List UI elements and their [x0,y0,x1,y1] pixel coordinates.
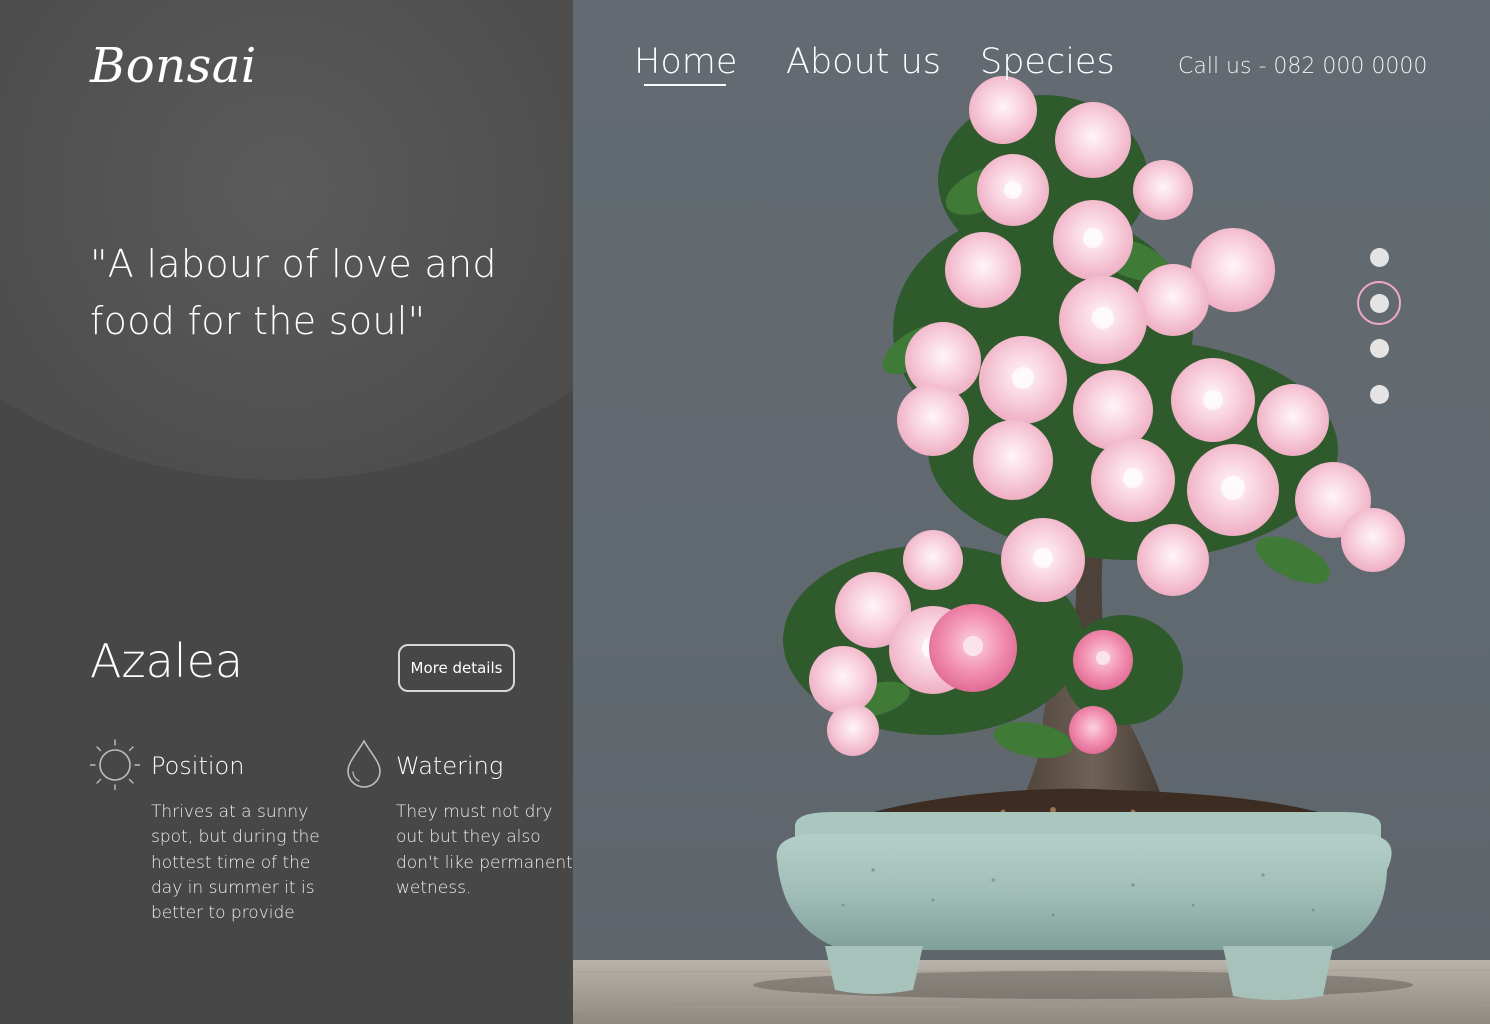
hero-quote: "A labour of love and food for the soul" [90,242,497,343]
nav-about-us[interactable]: About us [786,42,941,82]
slider-dot-2-active[interactable] [1357,281,1401,325]
watering-title: Watering [396,752,504,780]
nav-active-underline [644,84,726,86]
logo[interactable]: Bonsai [90,38,257,94]
slider-dot-2-inner [1369,293,1389,313]
info-panel: Bonsai "A labour of love and food for th… [0,0,573,1024]
bonsai-hero-image [573,0,1490,1024]
sun-icon [90,739,140,790]
water-drop-icon [347,739,381,788]
more-details-button[interactable]: More details [398,644,515,692]
plant-name: Azalea [90,634,244,688]
azalea-bonsai-illustration [573,76,1490,1024]
call-us-phone[interactable]: Call us - 082 000 0000 [1178,54,1427,79]
watering-text: They must not dry out but they also don'… [396,802,573,898]
slider-dot-4[interactable] [1370,385,1389,404]
nav-species[interactable]: Species [980,42,1115,82]
position-title: Position [151,752,245,780]
nav-home[interactable]: Home [634,42,737,82]
position-text: Thrives at a sunny spot, but during the … [151,802,320,924]
slider-dot-1[interactable] [1370,248,1389,267]
slider-dot-3[interactable] [1370,339,1389,358]
